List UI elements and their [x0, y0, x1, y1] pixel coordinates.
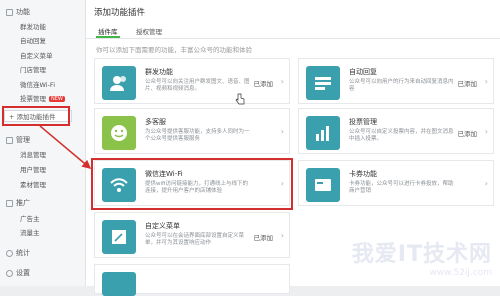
plugin-icon [102, 66, 136, 100]
plugin-status: 已添加 [253, 80, 274, 88]
sidebar-item-wifi[interactable]: 微信连Wi-Fi [20, 79, 55, 89]
main-panel: 添加功能插件 插件库 授权管理 你可以添加下面需要的功能，丰富公众号的功能和体验… [86, 0, 500, 296]
watermark-title: 我爱IT技术网 [351, 242, 492, 267]
chevron-right-icon: › [484, 127, 488, 136]
new-badge: NEW [49, 96, 65, 102]
manage-icon [6, 136, 13, 144]
sidebar-item-vote-label: 投票管理 [20, 95, 46, 103]
plugin-card-auto-reply[interactable]: 自动回复 公众号可以向用户的行为来自动回复消息内容 已添加 › [298, 58, 494, 104]
plugin-status: 已添加 [457, 130, 478, 138]
bar-chart-icon [316, 126, 329, 141]
sidebar: 功能 群发功能 自动回复 自定义菜单 门店管理 微信连Wi-Fi 投票管理 NEW… [0, 0, 86, 286]
plugin-card-vote[interactable]: 投票管理 公众号可以自定义投票内容，并在图文消息中插入投票。 已添加 › [298, 108, 494, 154]
settings-icon [6, 269, 13, 277]
sidebar-section-label: 推广 [16, 199, 30, 207]
highlight-box-wifi [91, 158, 293, 210]
card-icon [315, 179, 331, 191]
plugin-status: 已添加 [457, 80, 478, 88]
sidebar-section-label: 设置 [16, 269, 30, 277]
sidebar-item-vote[interactable]: 投票管理 NEW [20, 93, 65, 103]
chevron-right-icon: › [280, 127, 284, 136]
plugin-card-coupon[interactable]: 卡券功能 卡券功能，公众号可以进行卡券投放，帮助商户营销 › [298, 160, 494, 206]
sidebar-item-auto-reply[interactable]: 自动回复 [20, 35, 46, 45]
plugin-icon [306, 66, 340, 100]
reply-icon [315, 77, 331, 90]
plugin-card-partial[interactable] [94, 264, 290, 296]
plugin-name: 自动回复 [349, 68, 377, 76]
sidebar-section-label: 统计 [16, 249, 30, 257]
plugin-card-customer-service[interactable]: 多客服 为公众号提供客服功能，支持多人同时为一个公众号提供客服服务 › [94, 108, 290, 154]
plugin-name: 多客服 [145, 118, 166, 126]
plugin-icon [306, 168, 340, 202]
highlight-box-sidebar [2, 106, 70, 126]
functions-icon [6, 8, 13, 16]
sidebar-item-mass-send[interactable]: 群发功能 [20, 21, 46, 31]
sidebar-section-promote[interactable]: 推广 [6, 198, 30, 208]
users-icon [110, 76, 126, 91]
plugin-status: 已添加 [253, 234, 274, 242]
edit-icon [112, 230, 126, 244]
plugin-name: 自定义菜单 [145, 222, 180, 230]
plugin-icon [102, 272, 136, 296]
sidebar-item-messages[interactable]: 消息管理 [20, 149, 46, 159]
sidebar-item-advertiser[interactable]: 广告主 [20, 213, 40, 223]
plugin-name: 群发功能 [145, 68, 173, 76]
plugin-icon [306, 116, 340, 150]
chevron-right-icon: › [280, 77, 284, 86]
plugin-name: 卡券功能 [349, 170, 377, 178]
plugin-desc: 公众号可以自定义投票内容，并在图文消息中插入投票。 [349, 129, 454, 142]
sidebar-item-store-management[interactable]: 门店管理 [20, 64, 46, 74]
sidebar-section-stats[interactable]: 统计 [6, 248, 30, 258]
promote-icon [6, 199, 13, 207]
plugin-card-mass-send[interactable]: 群发功能 公众号可以向关注用户群发图文、语音、图片、视频和视频消息。 已添加 › [94, 58, 290, 105]
sidebar-item-custom-menu[interactable]: 自定义菜单 [20, 50, 53, 60]
plugin-desc: 为公众号提供客服功能，支持多人同时为一个公众号提供客服服务 [145, 129, 250, 142]
tab-plugin-library[interactable]: 插件库 [96, 26, 119, 38]
plugin-name: 投票管理 [349, 118, 377, 126]
plugin-icon [102, 220, 136, 254]
tab-bar: 插件库 授权管理 [86, 24, 500, 39]
smile-icon [111, 125, 127, 141]
chevron-right-icon: › [484, 77, 488, 86]
watermark: 我爱IT技术网 www.52ij.com [352, 236, 492, 278]
sidebar-section-label: 管理 [16, 136, 30, 144]
plugin-desc: 卡券功能，公众号可以进行卡券投放，帮助商户营销 [349, 181, 454, 194]
sidebar-item-traffic-owner[interactable]: 流量主 [20, 227, 40, 237]
chevron-right-icon: › [484, 179, 488, 188]
hand-cursor-icon [235, 93, 245, 105]
plugin-card-custom-menu[interactable]: 自定义菜单 公众号可以在会话界面底部设置自定义菜单，并可为其设置响应动作 已添加… [94, 212, 290, 258]
hint-text: 你可以添加下面需要的功能，丰富公众号的功能和体验 [96, 46, 252, 54]
plugin-desc: 公众号可以向关注用户群发图文、语音、图片、视频和视频消息。 [145, 79, 250, 92]
sidebar-section-functions[interactable]: 功能 [6, 7, 30, 17]
sidebar-section-settings[interactable]: 设置 [6, 268, 30, 278]
tab-authorization[interactable]: 授权管理 [136, 26, 162, 36]
page-title: 添加功能插件 [94, 8, 146, 18]
chevron-right-icon: › [280, 231, 284, 240]
sidebar-section-manage[interactable]: 管理 [6, 135, 30, 145]
plugin-icon [102, 116, 136, 150]
watermark-url: www.52ij.com [429, 268, 492, 278]
sidebar-item-materials[interactable]: 素材管理 [20, 179, 46, 189]
stats-icon [6, 249, 13, 257]
sidebar-section-label: 功能 [16, 8, 30, 16]
plugin-desc: 公众号可以向用户的行为来自动回复消息内容 [349, 79, 454, 92]
sidebar-item-users[interactable]: 用户管理 [20, 164, 46, 174]
plugin-desc: 公众号可以在会话界面底部设置自定义菜单，并可为其设置响应动作 [145, 233, 245, 246]
